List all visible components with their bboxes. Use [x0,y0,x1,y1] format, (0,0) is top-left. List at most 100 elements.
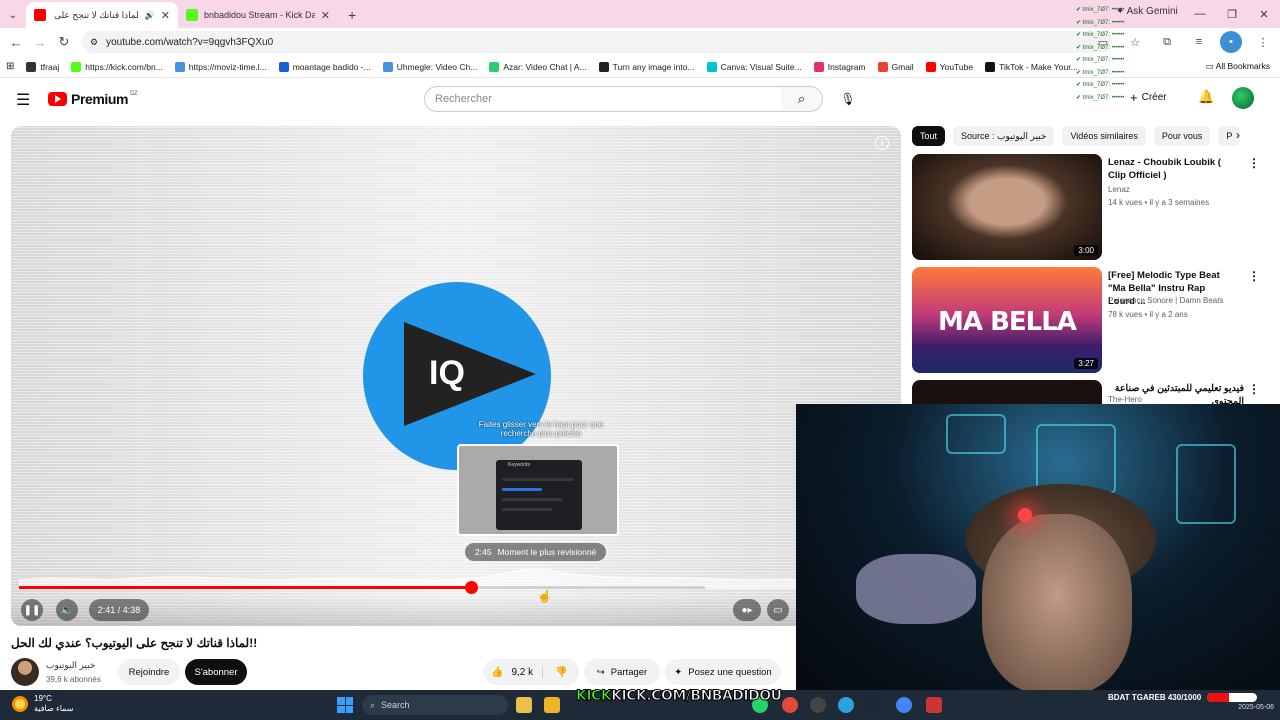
recommendation-channel[interactable]: Puissance Sonore | Damn Beats [1108,296,1223,305]
bookmark-item[interactable]: Instagram [813,61,866,72]
bookmark-favicon-icon [706,61,717,72]
progress-played [19,586,471,589]
drag-hint: Faites glisser vers le haut pour une rec… [478,420,604,438]
info-icon[interactable]: i [875,136,889,150]
recommendation-channel[interactable]: Lenaz [1108,185,1130,194]
bookmark-item[interactable]: https://kick.com/bn... [71,61,163,72]
brave-icon[interactable] [782,697,798,713]
subscribe-button[interactable]: S'abonner [185,659,247,685]
bookmark-favicon-icon [598,61,609,72]
autoplay-toggle-icon[interactable]: ●▸ [733,599,761,621]
pause-icon[interactable]: ❚❚ [21,599,43,621]
obs-icon[interactable] [810,697,826,713]
tab-youtube[interactable]: لماذا قناتك لا تنجح على اليوت 🔊 ✕ [26,2,178,28]
share-label: Partager [610,666,648,678]
preview-title: Keywords [508,462,530,468]
recommendation-thumbnail[interactable] [912,380,1102,404]
windows-start-icon[interactable] [337,697,353,713]
close-tab-icon[interactable]: ✕ [321,9,330,22]
recommendation-item[interactable]: 3:00 Lenaz - Choubik Loubik ( Clip Offic… [912,154,1262,260]
preview-bar [502,498,562,501]
bookmark-label: Instagram [827,61,866,72]
filter-chip[interactable]: Vidéos similaires [1062,126,1146,146]
recommendation-title[interactable]: Lenaz - Choubik Loubik ( Clip Officiel ) [1108,156,1234,182]
share-arrow-icon: ↪ [596,666,605,678]
channel-avatar[interactable] [11,658,39,686]
weather-widget[interactable]: 19°C سماء صافية [12,694,74,714]
address-bar[interactable]: ⚙ youtube.com/watch?v=9qgvh3FQXu0 [82,31,1112,53]
new-tab-plus-icon[interactable]: + [338,2,366,28]
share-button[interactable]: ↪ Partager [584,659,660,685]
bookmark-favicon-icon [382,61,393,72]
back-arrow-icon[interactable]: ← [4,30,28,54]
hamburger-menu-icon[interactable]: ☰ [16,90,30,110]
bookmark-label: Azar: Video Chat | A... [503,61,587,72]
chat-line: ✔ tmix_7Ø7: •••••• [1076,82,1125,88]
bookmark-item[interactable]: Canva: Visual Suite... [706,61,802,72]
ask-question-button[interactable]: ✦ Posez une question [665,659,781,685]
bookmark-item[interactable]: Azar: Video Chat | A... [489,61,587,72]
goal-progress-bar [1207,693,1258,702]
tab-kick-dashboard[interactable]: bnbadidou Stream - Kick Dashb ✕ [178,2,338,28]
microphone-icon[interactable]: 🎙 [836,87,860,111]
thumbnail-text: MA BELLA [938,307,1077,337]
more-options-icon[interactable]: ⋮ [1248,269,1260,283]
bookmark-item[interactable]: tfraaj [26,61,59,72]
iq-play-triangle-icon [404,322,536,426]
more-options-icon[interactable]: ⋮ [1248,382,1260,396]
folder-icon[interactable] [544,697,560,713]
dislike-button[interactable]: 👎 [543,667,567,678]
streamer-hand [856,554,976,624]
video-player[interactable]: IQ i Faites glisser vers le haut pour un… [11,126,901,626]
bookmark-label: YouTube [939,61,974,72]
apps-grid-icon[interactable]: ⊞ [6,61,14,72]
chrome-icon[interactable] [896,697,912,713]
like-button[interactable]: 👍 9,2 k [483,666,543,678]
youtube-premium-logo[interactable]: Premium DZ [48,91,138,107]
file-explorer-icon[interactable] [516,697,532,713]
site-info-icon[interactable]: ⚙ [90,37,98,48]
telegram-icon[interactable] [838,697,854,713]
bookmark-item[interactable]: https://moviz-time.l... [174,61,267,72]
recommendation-item[interactable]: فيديو تعليمي للمبتدئين في صناعة المحتوى … [912,380,1262,404]
chat-line: ✔ tmix_7Ø7: •••••• [1076,7,1125,13]
filter-chip[interactable]: Tout [912,126,946,146]
taskbar-search[interactable]: ⌕ Search [362,695,508,715]
bookmark-favicon-icon [174,61,185,72]
streamer-face [982,514,1132,690]
seek-preview-thumbnail: Keywords [457,444,619,536]
bookmark-item[interactable]: Uhmegle: Video Ch... [382,61,477,72]
forward-arrow-icon[interactable]: → [28,30,52,54]
recommendation-thumbnail[interactable]: 3:00 [912,154,1102,260]
steam-icon[interactable] [866,697,882,713]
subtitles-icon[interactable]: ▭ [767,599,789,621]
recommendation-channel[interactable]: The-Hero [1108,395,1142,404]
chat-line: ✔ tmix_7Ø7: •••••• [1076,44,1125,51]
bookmark-item[interactable]: Turn any image into... [598,61,695,72]
close-tab-icon[interactable]: ✕ [161,9,170,22]
progress-scrubber-handle[interactable] [464,581,478,594]
red-light [1018,508,1032,522]
temperature: 19°C [34,694,52,703]
bookmark-item[interactable]: Gmail [877,61,914,72]
filter-chip[interactable]: Source : خبير اليوتيوب [953,126,1055,146]
chevron-right-icon[interactable]: › [1236,128,1240,142]
join-button[interactable]: Rejoindre [118,659,180,685]
app-icon[interactable] [926,697,942,713]
time-display: 2:41 / 4:38 [89,599,149,621]
filter-chip[interactable]: Pour vous [1153,126,1211,146]
bookmark-item[interactable]: moantage badido -... [278,61,371,72]
search-icon[interactable]: ⌕ [781,86,823,112]
volume-icon[interactable]: 🔈 [56,599,78,621]
recommendation-thumbnail[interactable]: MA BELLA 3:27 [912,267,1102,373]
reload-icon[interactable]: ↻ [52,30,76,54]
channel-name[interactable]: خبير اليوتيوب [46,660,95,671]
like-dislike-group: 👍 9,2 k 👎 [483,659,579,685]
bookmark-item[interactable]: YouTube [925,61,974,72]
recommendation-item[interactable]: MA BELLA 3:27 [Free] Melodic Type Beat "… [912,267,1262,373]
more-options-icon[interactable]: ⋮ [1248,156,1260,170]
search-input[interactable]: Rechercher [424,86,782,112]
preview-bar [502,508,552,511]
tab-list-chevron-icon[interactable]: ⌄ [0,2,26,28]
bookmark-item[interactable]: TikTok - Make Your... [985,61,1078,72]
